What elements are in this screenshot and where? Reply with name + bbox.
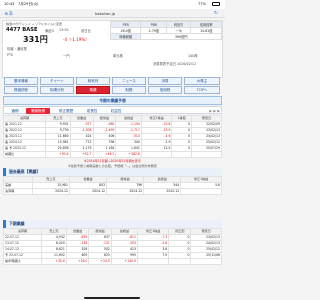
mcap-label: 時価総額 xyxy=(109,33,142,40)
price-change: -4（-1.19%） xyxy=(63,37,90,42)
row-label: 決算期 xyxy=(3,188,33,195)
past-title: 過去最高【実績】 xyxy=(3,168,222,176)
table-cell: 2020.12 xyxy=(143,188,182,195)
performance-tabs: 通期 業績推移 修正履歴 成長性 収益性 ▶ ▶ ▶ xyxy=(3,106,222,114)
forecast-banner[interactable]: 今期の業績予想 xyxy=(3,96,222,105)
table-cell: 2024.12 xyxy=(106,188,145,195)
nav-chart[interactable]: チャート xyxy=(40,77,74,85)
realtime-switch-link[interactable]: 株価15分ディレイ → リアルタイムに変更 xyxy=(6,22,62,26)
change-label: 前日比 xyxy=(81,29,91,33)
nav-basic[interactable]: 基本情報 xyxy=(4,77,38,85)
tab-trend[interactable]: 業績推移 xyxy=(26,108,50,114)
current-price: 331円 xyxy=(23,35,48,44)
change-cell xyxy=(171,151,193,158)
tab-revision[interactable]: 修正履歴 xyxy=(54,108,78,114)
nav-earnings[interactable]: 決算 xyxy=(148,77,182,85)
unit-label: 単元株 xyxy=(113,54,123,58)
change-cell xyxy=(136,258,170,265)
battery-icon xyxy=(212,1,220,6)
change-cell: +35.6 xyxy=(40,258,67,265)
tab-growth[interactable]: 成長性 xyxy=(82,108,102,114)
exchange: 東証G xyxy=(45,29,55,33)
annual-section: 決算期 売上高 営業益 経常益 最終益 修正1株益 1株配 発表日 連 2021… xyxy=(2,115,222,168)
nav-shareholders[interactable]: 大株主 xyxy=(184,77,220,85)
change-cell: +16.0 xyxy=(65,258,90,265)
change-cell xyxy=(190,258,222,265)
status-bar: 10:43 7月29日(火) 77% xyxy=(0,0,225,9)
quarterly-title: 下期業績 xyxy=(3,220,222,228)
change-cell xyxy=(140,151,173,158)
nav-timeseries[interactable]: 時系列 xyxy=(76,77,110,85)
change-label: 前期比 xyxy=(2,151,47,158)
table-cell: 2024.12 xyxy=(31,188,70,195)
table-row: 決算期 2024.12 2024.12 2024.12 2020.12 xyxy=(3,188,222,195)
change-cell: +30.4 xyxy=(45,151,71,158)
tab-annual[interactable]: 通期 xyxy=(6,108,24,114)
stock-stats: PER PBR 利回り 信用倍率 26.4倍 2.79倍 ー％ 14.61倍 時… xyxy=(109,21,222,45)
change-cell: +52.7 xyxy=(69,151,94,158)
unit-value: 100株 xyxy=(188,54,198,58)
reload-icon[interactable]: ↻ xyxy=(214,11,218,16)
status-time: 10:43 xyxy=(4,2,15,6)
stock-code-name: 4477 BASE xyxy=(6,27,38,33)
nav-news[interactable]: ニュース xyxy=(112,77,146,85)
past-section: 過去最高【実績】 売上高 営業益 経常益 最終益 修正1株益 実績 15,981 8… xyxy=(3,168,222,195)
browser-url-bar[interactable]: ぁあ kabutan.jp ↻ xyxy=(0,9,225,18)
table-cell xyxy=(180,188,222,195)
change-cell xyxy=(191,151,222,158)
change-cell: +46.2 xyxy=(92,151,117,158)
quarterly-table: 決算期 売上高 営業益 経常益 最終益 修正1株益 修正配 発表日 22.07-… xyxy=(3,228,222,265)
nav-finance[interactable]: 財務 xyxy=(112,86,146,94)
change-cell xyxy=(168,258,192,265)
pts-label: PTS xyxy=(7,53,14,57)
change-cell: +24.5 xyxy=(88,258,112,265)
change-row: 前期比 +30.4 +52.7 +46.2 +382.6 xyxy=(2,151,222,158)
quarterly-section: 下期業績 決算期 売上高 営業益 経常益 最終益 修正1株益 修正配 発表日 2… xyxy=(3,220,222,265)
annual-table: 決算期 売上高 営業益 経常益 最終益 修正1株益 1株配 発表日 連 2021… xyxy=(2,115,222,158)
nav-performance[interactable]: 業績 xyxy=(76,86,110,94)
past-table: 売上高 営業益 経常益 最終益 修正1株益 実績 15,981 803 796 544 5… xyxy=(3,176,222,195)
table-cell: 2024.12 xyxy=(68,188,108,195)
change-label: 前年同期比 xyxy=(3,258,42,265)
nav-market-analysis[interactable]: 相場分析 xyxy=(40,86,74,94)
nav-top[interactable]: TOPへ xyxy=(184,86,220,94)
tab-scroll-arrows[interactable]: ▶ ▶ ▶ xyxy=(134,108,220,114)
mcap-value: 390億円 xyxy=(140,33,222,40)
nav-diagnosis[interactable]: 株価診断 xyxy=(4,86,38,94)
quote-time: 15:30 xyxy=(59,28,69,32)
change-row: 前年同期比 +35.6 +16.0 +24.5 +140.9 xyxy=(3,258,222,265)
nav-margin[interactable]: 信用残 xyxy=(148,86,182,94)
home-indicator xyxy=(84,297,140,299)
change-cell: +382.6 xyxy=(115,151,142,158)
url-text[interactable]: kabutan.jp xyxy=(95,11,115,16)
change-cell: +140.9 xyxy=(110,258,138,265)
pts-value: ー円 xyxy=(63,54,70,58)
settlement-date: 決算発表予定日 2026/02/12 xyxy=(153,62,197,66)
tab-profitability[interactable]: 収益性 xyxy=(106,108,126,114)
battery-level: 77% xyxy=(198,2,206,6)
status-date: 7月29日(火) xyxy=(18,2,39,6)
industry[interactable]: 情報・通信業 xyxy=(7,46,27,51)
font-size-button[interactable]: ぁあ xyxy=(4,11,13,17)
